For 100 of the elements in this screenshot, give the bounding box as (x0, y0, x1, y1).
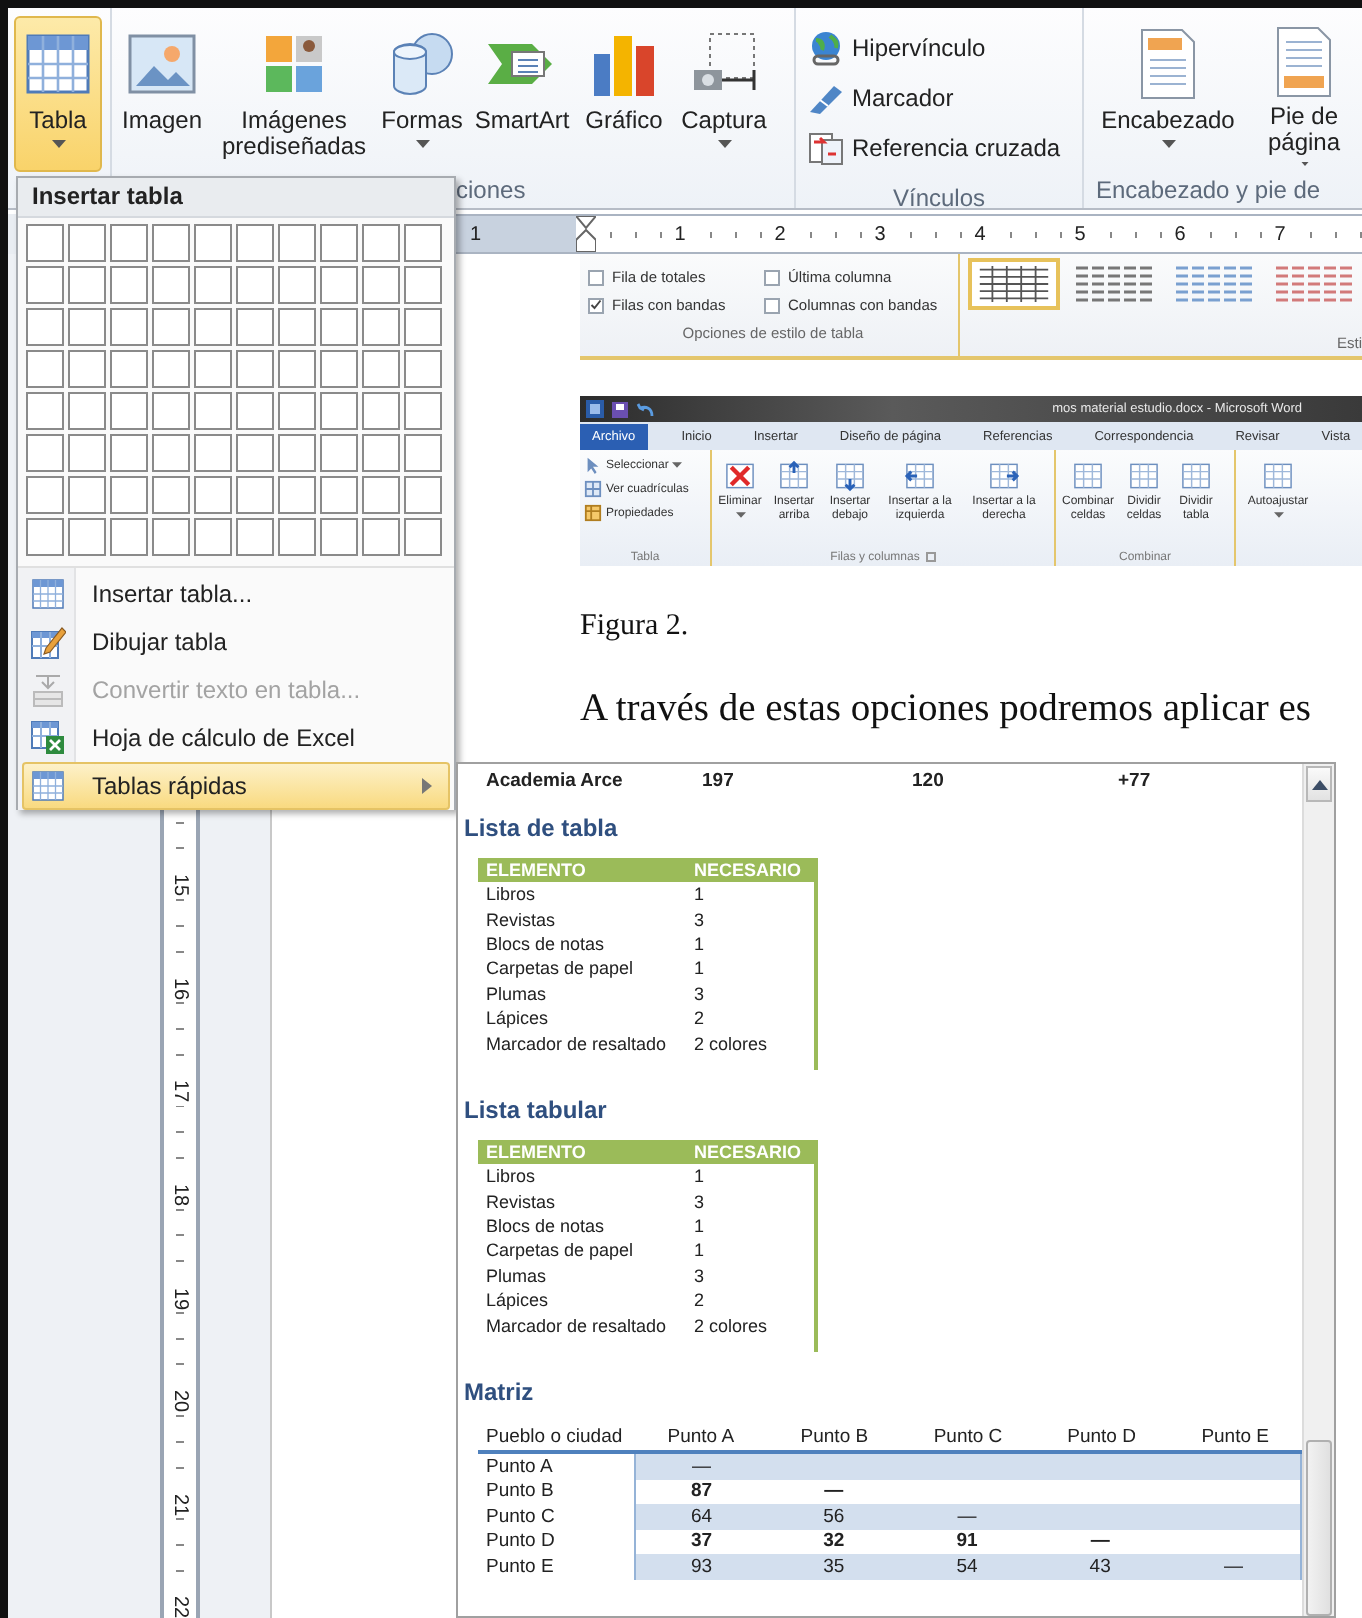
grid-cell[interactable] (194, 392, 232, 430)
grid-cell[interactable] (110, 266, 148, 304)
grid-cell[interactable] (404, 308, 442, 346)
grid-cell[interactable] (68, 308, 106, 346)
grid-cell[interactable] (320, 350, 358, 388)
grid-cell[interactable] (110, 476, 148, 514)
ribbon-button[interactable]: Imágenes prediseñadas (214, 16, 374, 172)
grid-cell[interactable] (68, 434, 106, 472)
grid-cell[interactable] (362, 434, 400, 472)
grid-cell[interactable] (152, 224, 190, 262)
grid-cell[interactable] (152, 308, 190, 346)
table-preview[interactable]: Pueblo o ciudad Punto A Punto B Punto C Punto D Punto E Punto A — Punto B 87 — Punto C 64 56 — Punto D 37 32 91 — Punto E 93 35 54 43 — (478, 1422, 1302, 1579)
grid-cell[interactable] (152, 266, 190, 304)
menu-item[interactable]: Insertar tabla... (22, 570, 450, 618)
section-title[interactable]: Matriz (464, 1378, 534, 1406)
grid-cell[interactable] (194, 350, 232, 388)
menu-item[interactable]: Dibujar tabla (22, 618, 450, 666)
grid-cell[interactable] (362, 224, 400, 262)
grid-cell[interactable] (362, 476, 400, 514)
table-preview[interactable]: ELEMENTO NECESARIO Libros 1 Revistas 3 Blocs de notas 1 Carpetas de papel 1 Plumas 3 Lápices 2 Marcador de resaltado 2 colores (478, 858, 818, 1070)
grid-cell[interactable] (26, 308, 64, 346)
grid-cell[interactable] (236, 392, 274, 430)
grid-cell[interactable] (68, 266, 106, 304)
section-title[interactable]: Lista de tabla (464, 814, 618, 842)
grid-cell[interactable] (278, 266, 316, 304)
grid-cell[interactable] (26, 476, 64, 514)
grid-cell[interactable] (362, 392, 400, 430)
grid-cell[interactable] (404, 224, 442, 262)
grid-cell[interactable] (68, 518, 106, 556)
grid-cell[interactable] (404, 266, 442, 304)
grid-cell[interactable] (110, 434, 148, 472)
grid-cell[interactable] (194, 518, 232, 556)
grid-cell[interactable] (110, 518, 148, 556)
grid-cell[interactable] (152, 434, 190, 472)
grid-cell[interactable] (68, 476, 106, 514)
grid-cell[interactable] (320, 308, 358, 346)
grid-cell[interactable] (110, 392, 148, 430)
grid-cell[interactable] (152, 350, 190, 388)
ribbon-button[interactable]: Encabezado (1092, 16, 1244, 172)
ribbon-button[interactable]: Captura (674, 16, 774, 172)
grid-cell[interactable] (320, 392, 358, 430)
menu-item[interactable]: Tablas rápidas (22, 762, 450, 810)
grid-cell[interactable] (110, 224, 148, 262)
grid-cell[interactable] (26, 224, 64, 262)
grid-cell[interactable] (26, 434, 64, 472)
grid-cell[interactable] (68, 392, 106, 430)
grid-cell[interactable] (152, 476, 190, 514)
grid-cell[interactable] (194, 476, 232, 514)
grid-cell[interactable] (152, 392, 190, 430)
grid-cell[interactable] (404, 476, 442, 514)
grid-cell[interactable] (194, 434, 232, 472)
ribbon-button[interactable]: Imagen (112, 16, 212, 172)
grid-cell[interactable] (152, 518, 190, 556)
grid-cell[interactable] (278, 350, 316, 388)
grid-cell[interactable] (404, 518, 442, 556)
grid-cell[interactable] (404, 350, 442, 388)
ribbon-link[interactable]: Marcador (804, 78, 1065, 118)
scroll-up-button[interactable] (1306, 766, 1332, 802)
grid-cell[interactable] (110, 308, 148, 346)
ribbon-link[interactable]: Hipervínculo (804, 28, 1065, 68)
grid-cell[interactable] (278, 518, 316, 556)
grid-cell[interactable] (236, 350, 274, 388)
grid-cell[interactable] (404, 434, 442, 472)
ribbon-button[interactable]: Gráfico (576, 16, 672, 172)
ribbon-button[interactable]: Pie de página (1246, 16, 1362, 172)
grid-cell[interactable] (320, 266, 358, 304)
grid-cell[interactable] (26, 350, 64, 388)
grid-cell[interactable] (194, 224, 232, 262)
grid-cell[interactable] (236, 266, 274, 304)
ribbon-link[interactable]: Referencia cruzada (804, 128, 1065, 168)
grid-cell[interactable] (320, 434, 358, 472)
grid-cell[interactable] (68, 224, 106, 262)
grid-cell[interactable] (194, 266, 232, 304)
grid-cell[interactable] (236, 308, 274, 346)
ribbon-button[interactable]: SmartArt (470, 16, 574, 172)
grid-cell[interactable] (26, 266, 64, 304)
grid-cell[interactable] (26, 518, 64, 556)
ribbon-button[interactable]: Tabla (14, 16, 102, 172)
grid-cell[interactable] (362, 518, 400, 556)
grid-cell[interactable] (194, 308, 232, 346)
grid-cell[interactable] (26, 392, 64, 430)
scrollbar-thumb[interactable] (1306, 1440, 1332, 1616)
indent-marker[interactable] (576, 216, 596, 252)
grid-cell[interactable] (236, 434, 274, 472)
grid-cell[interactable] (362, 266, 400, 304)
grid-cell[interactable] (278, 434, 316, 472)
grid-cell[interactable] (278, 224, 316, 262)
section-title[interactable]: Lista tabular (464, 1096, 607, 1124)
grid-cell[interactable] (236, 224, 274, 262)
grid-cell[interactable] (320, 476, 358, 514)
grid-cell[interactable] (278, 308, 316, 346)
grid-cell[interactable] (404, 392, 442, 430)
grid-cell[interactable] (236, 476, 274, 514)
grid-cell[interactable] (362, 308, 400, 346)
grid-cell[interactable] (68, 350, 106, 388)
grid-cell[interactable] (320, 224, 358, 262)
grid-cell[interactable] (278, 392, 316, 430)
menu-item[interactable]: Hoja de cálculo de Excel (22, 714, 450, 762)
table-preview[interactable]: ELEMENTO NECESARIO Libros 1 Revistas 3 Blocs de notas 1 Carpetas de papel 1 Plumas 3 Lápices 2 Marcador de resaltado 2 colores (478, 1140, 818, 1352)
grid-cell[interactable] (278, 476, 316, 514)
